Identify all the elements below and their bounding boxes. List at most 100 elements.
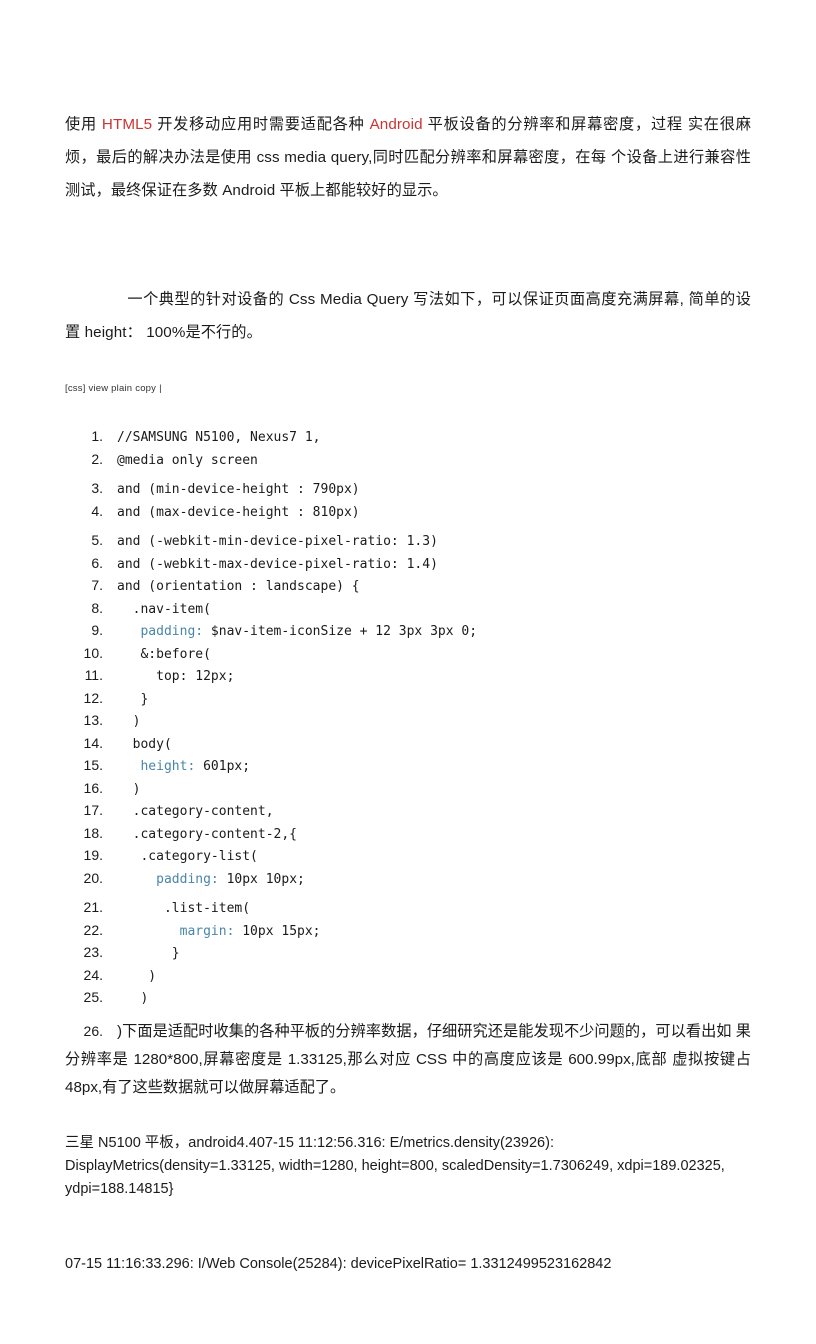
second-paragraph: 一个典型的针对设备的 Css Media Query 写法如下，可以保证页面高度…	[65, 283, 751, 349]
code-token: )	[117, 781, 141, 797]
code-line-text: @media only screen	[117, 450, 752, 472]
code-line: 7. and (orientation : landscape) {	[65, 575, 752, 598]
code-line-text: )	[117, 711, 752, 733]
intro-text-segment-2: 开发移动应用时需要适配各种	[152, 116, 370, 133]
code-token: 10px 15px;	[234, 923, 321, 939]
code-line-text: margin: 10px 15px;	[117, 921, 752, 943]
code-line-number: 11.	[84, 667, 103, 683]
code-line: 5. and (-webkit-min-device-pixel-ratio: 1…	[65, 530, 752, 553]
copy-button[interactable]: copy	[135, 383, 156, 394]
code-line: 4. and (max-device-height : 810px)	[65, 501, 752, 524]
code-line: 11. top: 12px;	[65, 665, 752, 688]
code-token: }	[117, 691, 149, 707]
code-line-number: 4.	[91, 502, 103, 519]
code-line-number: 15.	[83, 757, 103, 773]
css-property-name: margin:	[117, 923, 235, 939]
code-line-number: 18.	[83, 824, 103, 841]
code-line-text: .nav-item(	[117, 599, 752, 621]
code-token: body(	[117, 736, 172, 752]
code-line-text: )	[117, 779, 752, 801]
code-token: 601px;	[195, 759, 251, 774]
code-token: .list-item(	[117, 901, 251, 916]
code-token: .nav-item(	[117, 601, 211, 617]
code-line: 16. )	[65, 778, 752, 801]
code-token: //SAMSUNG N5100, Nexus7 1,	[117, 430, 321, 445]
code-line-number: 12.	[83, 689, 103, 706]
highlighted-term: Android	[369, 116, 423, 133]
view-plain-button[interactable]: view plain	[89, 383, 133, 394]
code-line-text: and (-webkit-max-device-pixel-ratio: 1.4…	[117, 554, 752, 576]
code-line-number: 14.	[83, 734, 103, 751]
code-line-text: padding: 10px 10px;	[117, 869, 752, 891]
code-line-text: and (max-device-height : 810px)	[117, 502, 752, 524]
code-line: 15. height: 601px;	[65, 755, 752, 778]
code-line-text: .category-content,	[117, 801, 752, 823]
display-metrics-log: 三星 N5100 平板，android4.407-15 11:12:56.316…	[65, 1134, 725, 1197]
code-line-26-text: )下面是适配时收集的各种平板的分辨率数据，仔细研究还是能发现不少问题的，可以看出…	[65, 1022, 751, 1096]
code-token: and (-webkit-max-device-pixel-ratio: 1.4…	[117, 556, 438, 572]
code-line: 2. @media only screen	[65, 449, 752, 472]
code-line-number: 24.	[83, 966, 103, 983]
code-token: .category-content,	[117, 804, 274, 819]
code-line: 12. }	[65, 688, 752, 711]
code-line: 25. )	[65, 987, 752, 1010]
code-line-text: )	[117, 988, 752, 1010]
code-listing: 1. //SAMSUNG N5100, Nexus7 1, 2. @media onl…	[65, 426, 752, 1010]
code-line-number: 22.	[83, 921, 103, 938]
code-token: top: 12px;	[117, 669, 235, 684]
code-line: 21. .list-item(	[65, 897, 752, 920]
web-console-log: 07-15 11:16:33.296: I/Web Console(25284)…	[65, 1255, 612, 1272]
code-line: 19. .category-list(	[65, 845, 752, 868]
code-line-number: 23.	[83, 944, 103, 960]
code-line-number: 2.	[91, 450, 103, 467]
code-token: @media only screen	[117, 452, 258, 468]
code-line-number: 17.	[83, 802, 103, 818]
toolbar-separator: |	[159, 383, 162, 394]
code-line-number: 7.	[91, 577, 103, 593]
code-line-number: 6.	[91, 554, 103, 571]
code-line-text: body(	[117, 734, 752, 756]
code-line-number: 8.	[91, 599, 103, 616]
code-line-text: and (-webkit-min-device-pixel-ratio: 1.3…	[117, 531, 752, 553]
code-token: and (min-device-height : 790px)	[117, 482, 360, 497]
css-property-name: padding:	[117, 624, 204, 639]
code-token: .category-list(	[117, 849, 258, 864]
code-language-tag: [css]	[65, 383, 86, 394]
code-token: )	[117, 991, 149, 1006]
intro-text-segment-0: 使用	[65, 116, 102, 133]
code-line-text: //SAMSUNG N5100, Nexus7 1,	[117, 427, 752, 449]
code-line: 20. padding: 10px 10px;	[65, 868, 752, 891]
code-token: $nav-item-iconSize + 12 3px 3px 0;	[203, 624, 478, 639]
code-line-number: 3.	[91, 480, 103, 496]
code-token: .category-content-2,{	[117, 826, 298, 842]
code-line-text: }	[117, 943, 752, 965]
css-property-name: height:	[117, 759, 196, 774]
code-line: 1. //SAMSUNG N5100, Nexus7 1,	[65, 426, 752, 449]
code-line-number: 13.	[83, 712, 103, 728]
code-line-text: top: 12px;	[117, 666, 752, 688]
code-line-text: and (min-device-height : 790px)	[117, 479, 752, 501]
code-line-text: and (orientation : landscape) {	[117, 576, 752, 598]
code-token: )	[117, 714, 141, 729]
code-line: 9. padding: $nav-item-iconSize + 12 3px …	[65, 620, 752, 643]
code-line-text: padding: $nav-item-iconSize + 12 3px 3px…	[117, 621, 752, 643]
code-line-text: .category-content-2,{	[117, 824, 752, 846]
code-line-text: .category-list(	[117, 846, 752, 868]
code-line: 23. }	[65, 942, 752, 965]
code-line-text: &:before(	[117, 644, 752, 666]
second-paragraph-text: 一个典型的针对设备的 Css Media Query 写法如下，可以保证页面高度…	[65, 291, 751, 341]
code-token: and (max-device-height : 810px)	[117, 504, 360, 520]
code-line: 14. body(	[65, 733, 752, 756]
code-line-number: 9.	[91, 622, 103, 638]
code-token: )	[117, 968, 157, 984]
code-token: and (-webkit-min-device-pixel-ratio: 1.3…	[117, 534, 438, 549]
code-token: and (orientation : landscape) {	[117, 579, 360, 594]
code-line-number: 19.	[83, 847, 103, 863]
code-line: 18. .category-content-2,{	[65, 823, 752, 846]
code-line: 24. )	[65, 965, 752, 988]
code-line-26-paragraph: 26.)下面是适配时收集的各种平板的分辨率数据，仔细研究还是能发现不少问题的，可…	[65, 1017, 751, 1102]
code-line: 13. )	[65, 710, 752, 733]
code-token: &:before(	[117, 646, 211, 662]
code-line-number: 1.	[91, 428, 103, 444]
code-line-number: 21.	[83, 899, 103, 915]
